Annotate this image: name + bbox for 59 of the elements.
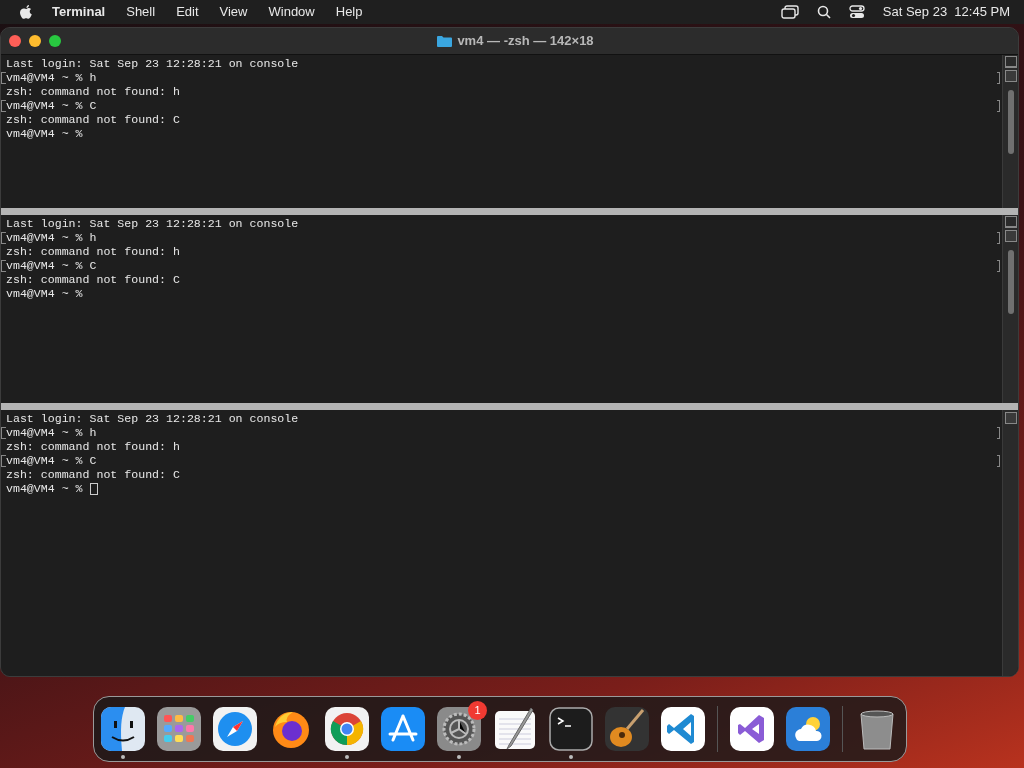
- terminal-line: vm4@VM4 ~ % C: [6, 99, 97, 113]
- split-pane-button[interactable]: [1004, 56, 1017, 68]
- scroll-thumb[interactable]: [1007, 90, 1014, 154]
- guitar-icon[interactable]: [605, 707, 649, 751]
- menu-item[interactable]: Window: [268, 2, 315, 22]
- close-pane-button[interactable]: [1004, 412, 1017, 424]
- zoom-button[interactable]: [49, 35, 61, 47]
- notepad-pen-icon[interactable]: [493, 707, 537, 751]
- scroll-thumb[interactable]: [1007, 250, 1014, 314]
- terminal-line: zsh: command not found: h: [6, 85, 180, 99]
- toggles-icon[interactable]: [848, 5, 865, 19]
- menu-item[interactable]: Edit: [176, 2, 199, 22]
- terminal-line: zsh: command not found: C: [6, 273, 180, 287]
- menu-bar-clock[interactable]: Sat Sep 23 12:45 PM: [882, 2, 1010, 22]
- chrome-icon[interactable]: [325, 707, 369, 751]
- terminal-line: vm4@VM4 ~ % C: [6, 259, 97, 273]
- sun-cloud-icon[interactable]: [786, 707, 830, 751]
- terminal-line: vm4@VM4 ~ %: [6, 127, 83, 141]
- terminal-line: Last login: Sat Sep 23 12:28:21 on console: [6, 57, 299, 71]
- menu-item[interactable]: View: [219, 2, 248, 22]
- terminal-line: vm4@VM4 ~ % C: [6, 454, 97, 468]
- compass-icon[interactable]: [213, 707, 257, 751]
- apple-logo-icon[interactable]: [20, 4, 33, 20]
- terminal-line: vm4@VM4 ~ %: [6, 482, 83, 496]
- terminal-line: Last login: Sat Sep 23 12:28:21 on console: [6, 217, 299, 231]
- split-pane-button[interactable]: [1004, 216, 1017, 228]
- close-pane-button[interactable]: [1004, 230, 1017, 242]
- windows-icon[interactable]: [780, 5, 799, 19]
- command-mark: [997, 100, 1000, 112]
- app-menu[interactable]: Terminal: [52, 2, 106, 22]
- close-button[interactable]: [9, 35, 21, 47]
- command-mark: [997, 427, 1000, 439]
- command-mark: [997, 72, 1000, 84]
- minimize-button[interactable]: [29, 35, 41, 47]
- code-editor-icon[interactable]: [661, 707, 705, 751]
- terminal-line: vm4@VM4 ~ % h: [6, 231, 97, 245]
- window-title: vm4 — -zsh — 142×18: [457, 32, 594, 51]
- command-mark: [997, 260, 1000, 272]
- search-icon[interactable]: [816, 5, 831, 19]
- terminal-line: zsh: command not found: C: [6, 113, 180, 127]
- terminal-line: vm4@VM4 ~ % h: [6, 426, 97, 440]
- command-mark: [997, 232, 1000, 244]
- folder-icon: [437, 35, 453, 47]
- menu-item[interactable]: Help: [335, 2, 363, 22]
- app-grid-icon[interactable]: [157, 707, 201, 751]
- terminal-line: vm4@VM4 ~ % h: [6, 71, 97, 85]
- terminal-icon[interactable]: [549, 707, 593, 751]
- notification-badge: 1: [468, 701, 487, 720]
- terminal-line: zsh: command not found: h: [6, 245, 180, 259]
- terminal-line: zsh: command not found: h: [6, 440, 180, 454]
- app-store-icon[interactable]: [381, 707, 425, 751]
- gear-icon[interactable]: [437, 707, 481, 751]
- terminal-line: zsh: command not found: C: [6, 468, 180, 482]
- command-mark: [997, 455, 1000, 467]
- close-pane-button[interactable]: [1004, 70, 1017, 82]
- smiling-face-icon[interactable]: [101, 707, 145, 751]
- terminal-line: Last login: Sat Sep 23 12:28:21 on console: [6, 412, 299, 426]
- terminal-line: vm4@VM4 ~ %: [6, 287, 83, 301]
- menu-item[interactable]: Shell: [126, 2, 156, 22]
